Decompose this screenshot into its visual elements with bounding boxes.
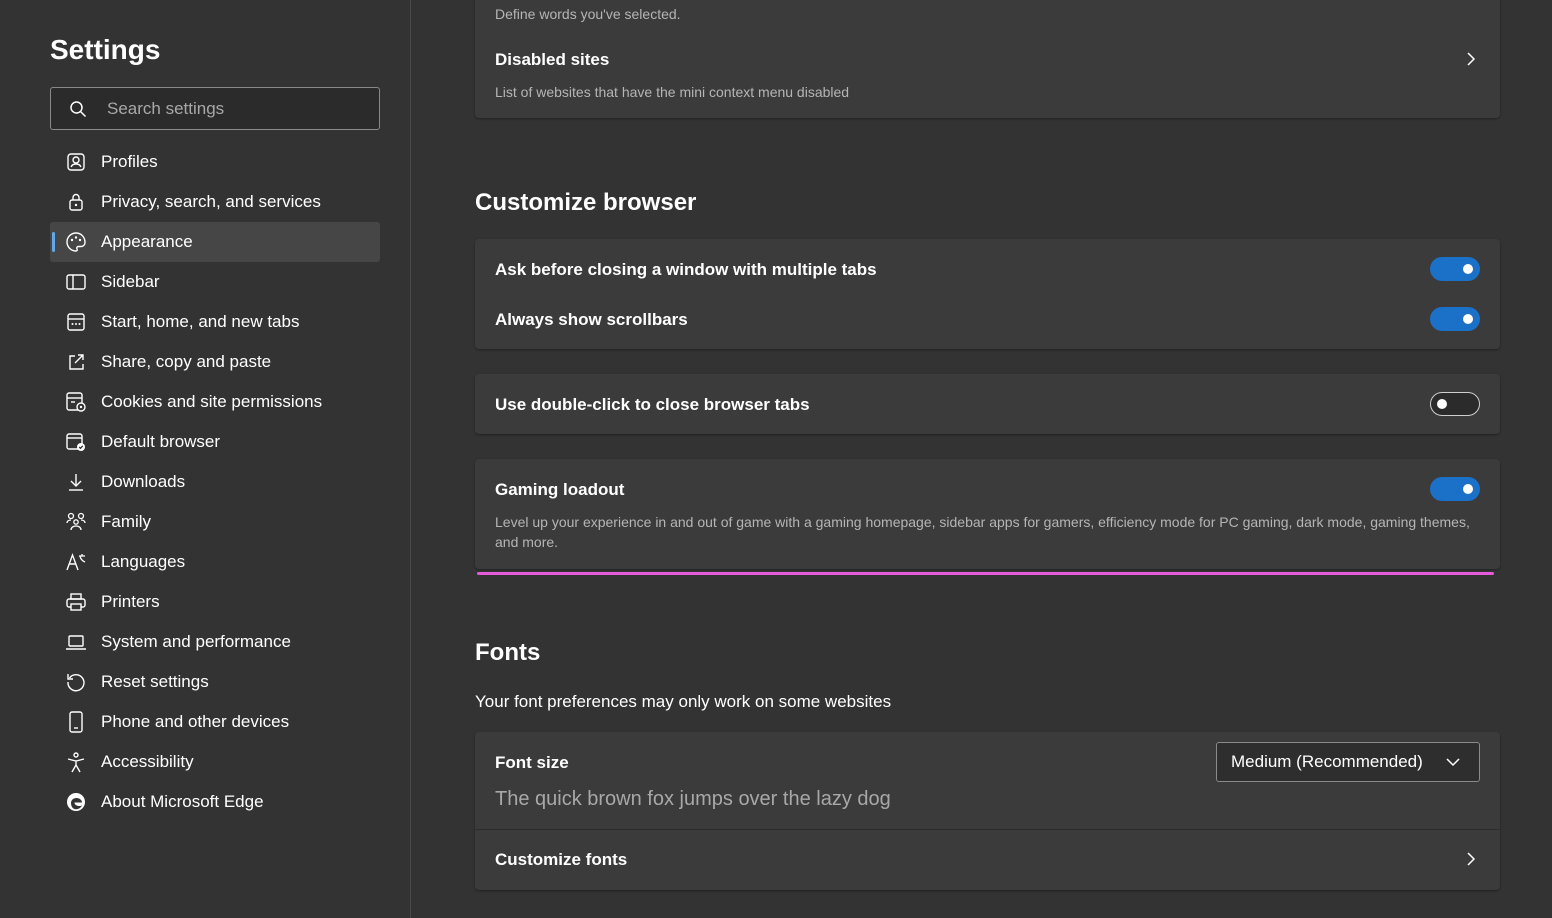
gaming-loadout-title: Gaming loadout (495, 480, 625, 499)
profile-icon (65, 151, 87, 173)
sidebar-item-cookies[interactable]: Cookies and site permissions (50, 382, 380, 422)
customize-fonts-label: Customize fonts (495, 850, 628, 869)
toggle-knob (1463, 484, 1473, 494)
ask-before-closing-label: Ask before closing a window with multipl… (495, 260, 877, 279)
chevron-down-icon (1446, 758, 1460, 767)
sidebar-item-default-browser[interactable]: Default browser (50, 422, 380, 462)
gaming-loadout-desc: Level up your experience in and out of g… (495, 514, 1470, 550)
chevron-right-icon (1467, 52, 1476, 66)
sidebar-item-label: Cookies and site permissions (101, 392, 323, 411)
chevron-right-icon (1467, 852, 1476, 866)
sidebar-item-profiles[interactable]: Profiles (50, 142, 380, 182)
family-icon (65, 511, 87, 533)
sidebar-item-label: Downloads (101, 472, 186, 491)
laptop-icon (65, 631, 87, 653)
disabled-sites-row[interactable]: Disabled sites List of websites that hav… (475, 32, 1500, 108)
tabs-scrollbars-card: Ask before closing a window with multipl… (475, 239, 1500, 349)
customize-fonts-row[interactable]: Customize fonts (475, 830, 1500, 890)
sidebar-item-reset[interactable]: Reset settings (50, 662, 380, 702)
font-preview: The quick brown fox jumps over the lazy … (495, 788, 891, 810)
always-show-scrollbars-toggle[interactable] (1430, 307, 1480, 331)
search-input[interactable] (107, 98, 347, 119)
download-icon (65, 471, 87, 493)
default-browser-icon (65, 431, 87, 453)
customize-browser-heading: Customize browser (475, 189, 697, 216)
reset-icon (65, 671, 87, 693)
sidebar-item-label: Start, home, and new tabs (101, 312, 300, 331)
sidebar-item-label: Phone and other devices (101, 712, 290, 731)
sidebar-item-accessibility[interactable]: Accessibility (50, 742, 380, 782)
home-tabs-icon (65, 311, 87, 333)
sidebar-item-phone[interactable]: Phone and other devices (50, 702, 380, 742)
double-click-card: Use double-click to close browser tabs (475, 374, 1500, 434)
lock-icon (65, 191, 87, 213)
sidebar-item-languages[interactable]: Languages (50, 542, 380, 582)
toggle-knob (1463, 264, 1473, 274)
sidebar-item-system[interactable]: System and performance (50, 622, 380, 662)
double-click-close-toggle[interactable] (1430, 392, 1480, 416)
sidebar-item-label: Printers (101, 592, 160, 611)
search-icon (70, 100, 87, 117)
sidebar-item-start-home[interactable]: Start, home, and new tabs (50, 302, 380, 342)
sidebar-item-printers[interactable]: Printers (50, 582, 380, 622)
fonts-subtitle: Your font preferences may only work on s… (475, 692, 892, 711)
sidebar-item-label: Default browser (101, 432, 221, 451)
sidebar-item-label: Share, copy and paste (101, 352, 272, 371)
phone-icon (65, 711, 87, 733)
palette-icon (65, 231, 87, 253)
toggle-knob (1463, 314, 1473, 324)
sidebar-item-about[interactable]: About Microsoft Edge (50, 782, 380, 822)
toggle-knob (1437, 399, 1447, 409)
sidebar-item-label: About Microsoft Edge (101, 792, 264, 811)
cookies-icon (65, 391, 87, 413)
font-size-value: Medium (Recommended) (1231, 752, 1423, 771)
printer-icon (65, 591, 87, 613)
sidebar-item-label: Family (101, 512, 152, 531)
sidebar-item-label: Languages (101, 552, 186, 571)
sidebar-item-label: System and performance (101, 632, 291, 651)
sidebar-item-privacy[interactable]: Privacy, search, and services (50, 182, 380, 222)
sidebar-item-label: Sidebar (101, 272, 160, 291)
mini-menu-card: Define words you've selected. Disabled s… (475, 0, 1500, 118)
ask-before-closing-toggle[interactable] (1430, 257, 1480, 281)
settings-sidebar: Settings Profiles Privacy, search, and s… (0, 0, 411, 918)
sidebar-item-label: Appearance (101, 232, 193, 251)
fonts-card: Font size Medium (Recommended) The quick… (475, 732, 1500, 890)
sidebar-icon (65, 271, 87, 293)
sidebar-item-label: Privacy, search, and services (101, 192, 321, 211)
settings-title: Settings (50, 34, 161, 65)
sidebar-item-family[interactable]: Family (50, 502, 380, 542)
sidebar-item-downloads[interactable]: Downloads (50, 462, 380, 502)
sidebar-item-label: Accessibility (101, 752, 194, 771)
gaming-loadout-toggle[interactable] (1430, 477, 1480, 501)
always-show-scrollbars-label: Always show scrollbars (495, 310, 688, 329)
sidebar-item-label: Reset settings (101, 672, 209, 691)
sidebar-item-sidebar[interactable]: Sidebar (50, 262, 380, 302)
search-box[interactable] (50, 87, 380, 130)
fonts-heading: Fonts (475, 639, 541, 666)
double-click-close-label: Use double-click to close browser tabs (495, 395, 810, 414)
sidebar-item-label: Profiles (101, 152, 158, 171)
disabled-sites-title: Disabled sites (495, 50, 610, 69)
settings-nav: Profiles Privacy, search, and services A… (50, 142, 380, 822)
font-size-label: Font size (495, 753, 569, 772)
edge-icon (65, 791, 87, 813)
font-size-select[interactable]: Medium (Recommended) (1216, 742, 1480, 782)
disabled-sites-desc: List of websites that have the mini cont… (495, 84, 850, 100)
accessibility-icon (65, 751, 87, 773)
highlight-bar (477, 572, 1494, 575)
sidebar-item-share[interactable]: Share, copy and paste (50, 342, 380, 382)
languages-icon (65, 551, 87, 573)
gaming-loadout-card: Gaming loadout Level up your experience … (475, 459, 1500, 569)
main-content: Define words you've selected. Disabled s… (412, 0, 1552, 918)
sidebar-item-appearance[interactable]: Appearance (50, 222, 380, 262)
share-icon (65, 351, 87, 373)
define-words-desc: Define words you've selected. (495, 6, 681, 22)
